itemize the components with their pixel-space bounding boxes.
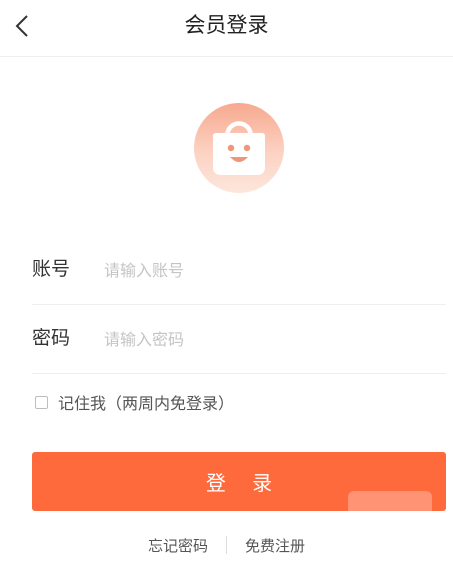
floating-overlay-button[interactable] <box>348 491 432 521</box>
remember-me-label: 记住我（两周内免登录） <box>58 394 235 413</box>
top-nav-bar: 会员登录 <box>0 0 453 57</box>
footer-links: 忘记密码 免费注册 <box>0 533 453 557</box>
remember-me-checkbox[interactable]: 记住我（两周内免登录） <box>35 390 234 414</box>
password-label: 密码 <box>32 327 71 349</box>
account-input[interactable] <box>102 252 426 288</box>
shopping-bag-smile-icon <box>194 103 284 193</box>
link-divider <box>226 536 227 554</box>
register-link[interactable]: 免费注册 <box>245 535 305 556</box>
account-row: 账号 <box>32 235 446 305</box>
checkbox-box[interactable] <box>35 395 48 409</box>
password-input[interactable] <box>102 321 426 357</box>
password-row: 密码 <box>32 304 446 374</box>
account-label: 账号 <box>32 258 71 280</box>
page-title: 会员登录 <box>184 13 269 37</box>
forgot-password-link[interactable]: 忘记密码 <box>148 535 208 556</box>
